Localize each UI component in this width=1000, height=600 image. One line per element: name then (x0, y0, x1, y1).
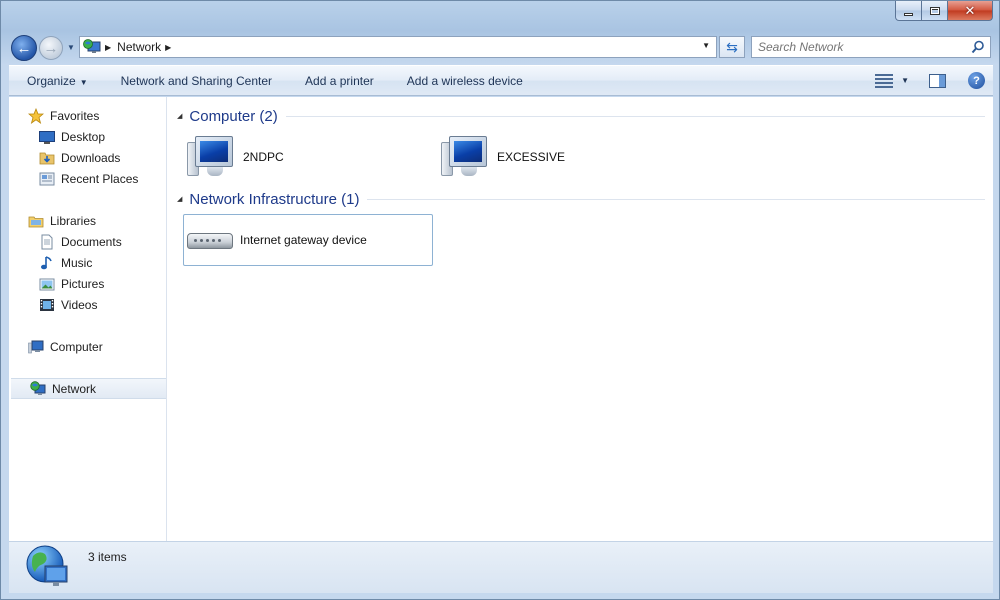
sidebar-item-label: Favorites (50, 108, 100, 123)
documents-icon (39, 234, 55, 250)
collapse-triangle-icon[interactable]: ◢ (177, 195, 182, 203)
sidebar-item-label: Libraries (50, 213, 97, 228)
search-icon[interactable] (971, 40, 985, 54)
sidebar-item-desktop[interactable]: Desktop (9, 126, 166, 147)
back-button[interactable]: ← (11, 35, 37, 61)
group-header-computer[interactable]: ◢ Computer (2) (177, 106, 985, 126)
sidebar-item-music[interactable]: Music (9, 252, 166, 273)
help-icon[interactable]: ? (968, 72, 985, 89)
refresh-icon: ⇆ (726, 38, 738, 55)
organize-label: Organize (27, 73, 76, 88)
address-history-dropdown[interactable]: ▼ (702, 41, 710, 50)
forward-arrow-icon: → (43, 39, 59, 57)
sidebar-item-computer[interactable]: Computer (9, 336, 166, 357)
star-icon (27, 107, 45, 124)
sidebar-item-recent-places[interactable]: Recent Places (9, 168, 166, 189)
item-name: Internet gateway device (240, 233, 367, 247)
sidebar-item-videos[interactable]: Videos (9, 294, 166, 315)
sidebar-item-libraries[interactable]: Libraries (9, 210, 166, 231)
refresh-button[interactable]: ⇆ (719, 36, 745, 58)
sidebar-item-favorites[interactable]: Favorites (9, 105, 166, 126)
gateway-device-item[interactable]: Internet gateway device (183, 214, 433, 266)
group-title: Computer (2) (189, 107, 278, 125)
downloads-folder-icon (39, 150, 55, 166)
item-name: EXCESSIVE (497, 150, 566, 164)
collapse-triangle-icon[interactable]: ◢ (177, 112, 182, 120)
breadcrumb-network[interactable]: Network (117, 40, 161, 54)
network-sharing-center-button[interactable]: Network and Sharing Center (103, 74, 287, 88)
sidebar-item-label: Documents (61, 234, 122, 249)
sidebar-item-pictures[interactable]: Pictures (9, 273, 166, 294)
recent-pages-dropdown[interactable]: ▼ (67, 43, 75, 52)
organize-menu[interactable]: Organize ▼ (9, 74, 103, 88)
search-box[interactable] (751, 36, 991, 58)
sidebar-item-network[interactable]: Network (11, 378, 166, 399)
forward-button[interactable]: → (39, 36, 63, 60)
sidebar-item-label: Downloads (61, 150, 121, 165)
add-printer-button[interactable]: Add a printer (287, 74, 389, 88)
group-divider (285, 115, 985, 117)
view-options-dropdown[interactable]: ▼ (901, 76, 909, 85)
group-header-network-infrastructure[interactable]: ◢ Network Infrastructure (1) (177, 189, 985, 209)
sidebar-item-label: Pictures (61, 276, 105, 291)
desktop-icon (39, 129, 55, 145)
close-icon: ✕ (964, 2, 976, 18)
pictures-icon (39, 276, 55, 292)
breadcrumb-separator-icon[interactable]: ▶ (105, 43, 111, 52)
breadcrumb-chevron-icon[interactable]: ▶ (165, 43, 171, 52)
chevron-down-icon: ▼ (79, 77, 88, 87)
command-bar: Organize ▼ Network and Sharing Center Add… (9, 65, 993, 96)
group-divider (367, 198, 985, 200)
computer-monitor-icon (187, 134, 235, 180)
sidebar-item-label: Videos (61, 297, 98, 312)
computer-monitor-icon (441, 134, 489, 180)
maximize-button[interactable] (922, 1, 948, 21)
back-arrow-icon: ← (16, 39, 32, 57)
recent-places-icon (39, 171, 55, 187)
music-note-icon (39, 255, 55, 271)
status-bar: 3 items (9, 541, 993, 593)
sidebar-item-label: Recent Places (61, 171, 139, 186)
computer-icon (28, 339, 44, 355)
navigation-pane: Favorites Desktop Downloads Recent Place… (9, 97, 167, 541)
sidebar-item-label: Music (61, 255, 93, 270)
network-computer-item[interactable]: EXCESSIVE (441, 131, 681, 183)
minimize-icon (904, 12, 913, 16)
add-wireless-device-button[interactable]: Add a wireless device (389, 74, 538, 88)
preview-pane-icon[interactable] (929, 73, 946, 88)
videos-filmstrip-icon (39, 297, 55, 313)
sidebar-item-label: Network (52, 381, 97, 396)
group-title: Network Infrastructure (1) (189, 190, 360, 208)
view-controls: ▼ ? (875, 72, 993, 89)
address-bar[interactable]: ▶ Network ▶ ▼ (79, 36, 717, 58)
file-list-pane: ◢ Computer (2) 2NDPC EXCESSIVE ◢ Network… (169, 97, 993, 541)
network-globe-icon (25, 544, 71, 590)
maximize-icon (929, 6, 940, 15)
minimize-button[interactable] (895, 1, 922, 21)
network-computer-item[interactable]: 2NDPC (187, 131, 427, 183)
libraries-icon (28, 213, 44, 229)
sidebar-item-downloads[interactable]: Downloads (9, 147, 166, 168)
search-input[interactable] (758, 40, 958, 54)
content-area: Favorites Desktop Downloads Recent Place… (9, 97, 993, 541)
network-icon (30, 380, 46, 397)
change-view-icon[interactable] (875, 73, 894, 88)
window-controls: ✕ (895, 1, 993, 21)
explorer-window: ✕ ← → ▼ ▶ Network ▶ ▼ ⇆ Search Network O… (0, 0, 1000, 600)
close-button[interactable]: ✕ (948, 1, 993, 21)
sidebar-item-label: Computer (50, 339, 103, 354)
item-name: 2NDPC (243, 150, 284, 164)
router-icon (186, 225, 234, 255)
item-count: 3 items (88, 550, 127, 564)
sidebar-item-label: Desktop (61, 129, 106, 144)
sidebar-item-documents[interactable]: Documents (9, 231, 166, 252)
network-location-icon (83, 39, 101, 55)
